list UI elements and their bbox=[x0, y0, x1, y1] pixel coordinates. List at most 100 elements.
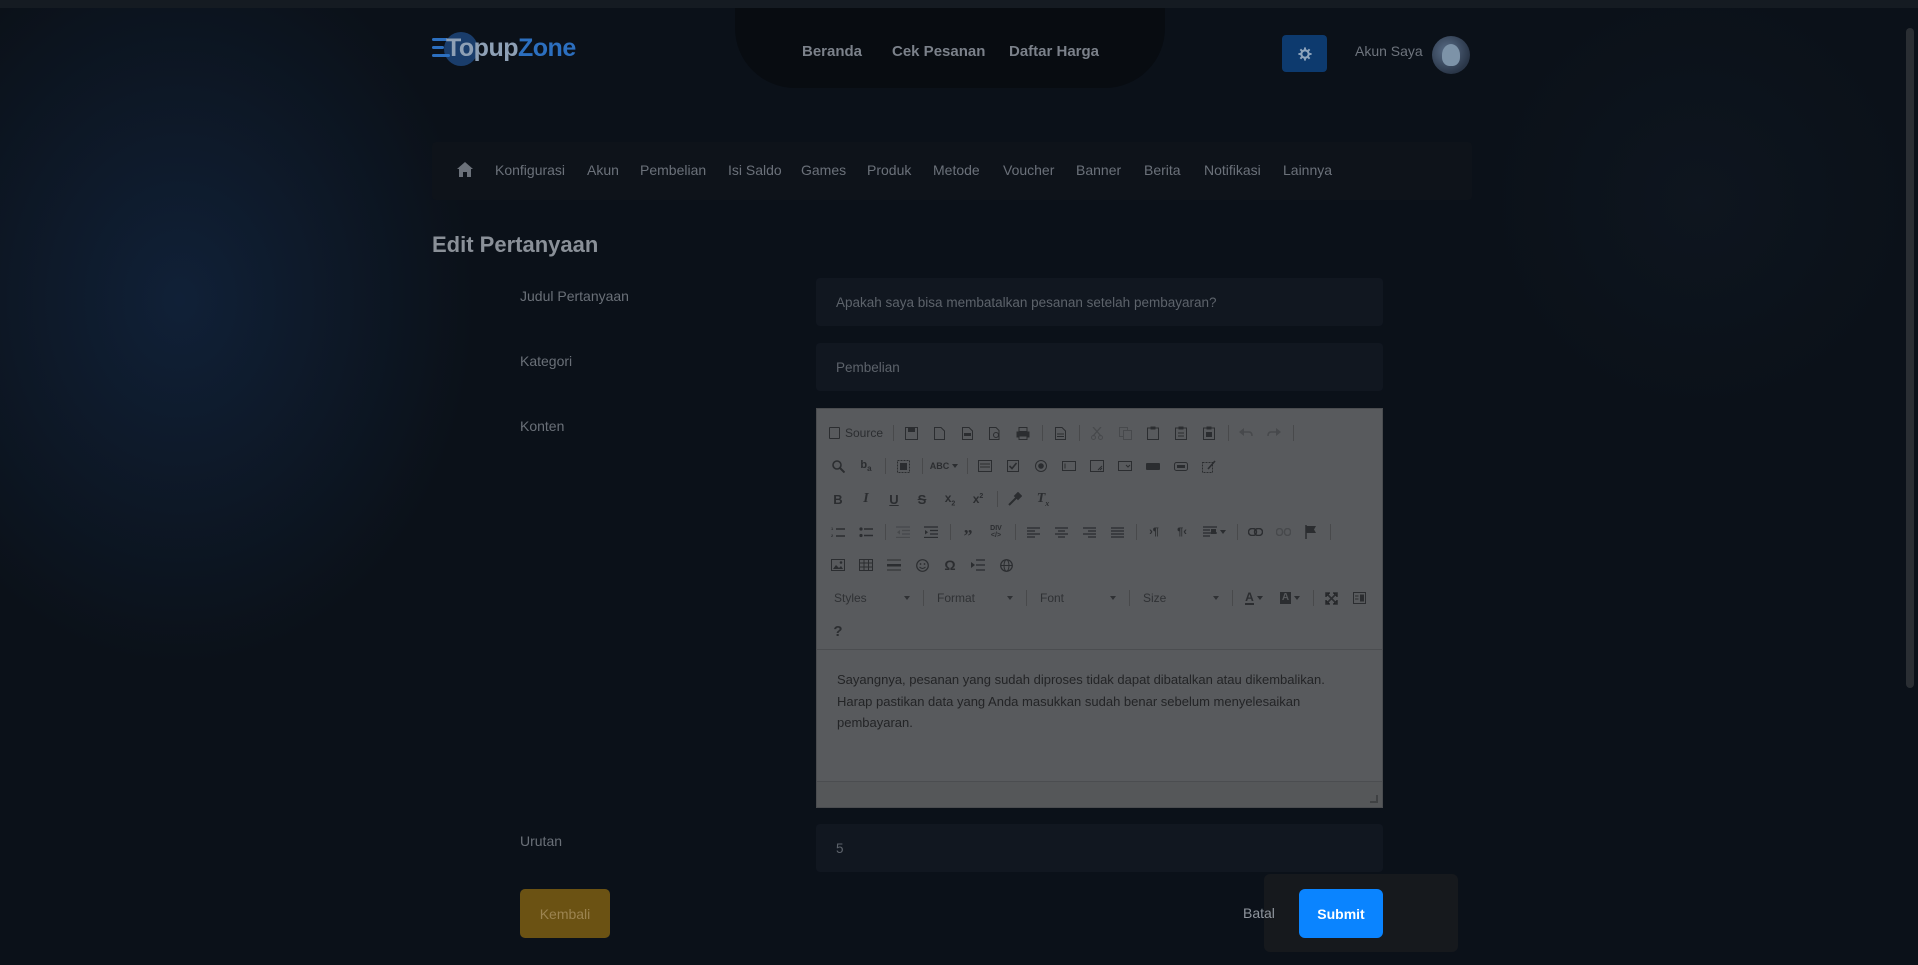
menu-item-pembelian[interactable]: Pembelian bbox=[640, 162, 706, 178]
cut-icon[interactable] bbox=[1088, 424, 1106, 442]
underline-icon[interactable]: U bbox=[885, 490, 903, 508]
save-icon[interactable] bbox=[902, 424, 920, 442]
button-icon[interactable] bbox=[1144, 457, 1162, 475]
justify-icon[interactable] bbox=[1108, 523, 1126, 541]
hidden-field-icon[interactable] bbox=[1200, 457, 1218, 475]
menu-item-akun[interactable]: Akun bbox=[587, 162, 619, 178]
menu-item-voucher[interactable]: Voucher bbox=[1003, 162, 1054, 178]
size-combo[interactable]: Size bbox=[1138, 588, 1224, 608]
bold-icon[interactable]: B bbox=[829, 490, 847, 508]
image-icon[interactable] bbox=[829, 556, 847, 574]
export-pdf-icon[interactable] bbox=[958, 424, 976, 442]
show-blocks-icon[interactable] bbox=[1350, 589, 1368, 607]
menu-item-produk[interactable]: Produk bbox=[867, 162, 911, 178]
home-icon[interactable] bbox=[457, 162, 473, 177]
page-scrollbar[interactable] bbox=[1906, 28, 1914, 688]
svg-text:1: 1 bbox=[831, 526, 834, 531]
source-button[interactable]: Source bbox=[829, 426, 883, 440]
indent-icon[interactable] bbox=[922, 523, 940, 541]
nav-link-beranda[interactable]: Beranda bbox=[802, 43, 862, 60]
text-direction-ltr-icon[interactable]: ›¶ bbox=[1145, 523, 1163, 541]
nav-link-daftar-harga[interactable]: Daftar Harga bbox=[1009, 43, 1099, 60]
account-label[interactable]: Akun Saya bbox=[1355, 43, 1423, 59]
numbered-list-icon[interactable]: 12 bbox=[829, 523, 847, 541]
preview-icon[interactable] bbox=[986, 424, 1004, 442]
replace-icon[interactable]: ba bbox=[857, 457, 875, 475]
menu-item-lainnya[interactable]: Lainnya bbox=[1283, 162, 1332, 178]
cancel-link[interactable]: Batal bbox=[1243, 905, 1275, 921]
menu-item-isi-saldo[interactable]: Isi Saldo bbox=[728, 162, 782, 178]
menu-item-metode[interactable]: Metode bbox=[933, 162, 980, 178]
menu-item-notifikasi[interactable]: Notifikasi bbox=[1204, 162, 1261, 178]
paste-word-icon[interactable] bbox=[1200, 424, 1218, 442]
form-icon[interactable] bbox=[976, 457, 994, 475]
nav-link-cek-pesanan[interactable]: Cek Pesanan bbox=[892, 43, 985, 60]
toolbar-row-5: Ω bbox=[829, 553, 1025, 577]
page-break-icon[interactable] bbox=[969, 556, 987, 574]
bulleted-list-icon[interactable] bbox=[857, 523, 875, 541]
settings-button[interactable] bbox=[1282, 35, 1327, 72]
background-color-icon[interactable]: A bbox=[1277, 589, 1303, 607]
content-line: Sayangnya, pesanan yang sudah diproses t… bbox=[837, 672, 1325, 687]
strikethrough-icon[interactable]: S bbox=[913, 490, 931, 508]
submit-button[interactable]: Submit bbox=[1299, 889, 1383, 938]
undo-icon[interactable] bbox=[1237, 424, 1255, 442]
paste-text-icon[interactable] bbox=[1172, 424, 1190, 442]
radio-icon[interactable] bbox=[1032, 457, 1050, 475]
resize-handle-icon[interactable] bbox=[1370, 795, 1378, 803]
language-icon[interactable] bbox=[1201, 523, 1227, 541]
image-button-icon[interactable] bbox=[1172, 457, 1190, 475]
header: TopupZone Beranda Cek Pesanan Daftar Har… bbox=[0, 8, 1918, 88]
avatar[interactable] bbox=[1432, 36, 1470, 74]
textarea-icon[interactable] bbox=[1088, 457, 1106, 475]
redo-icon[interactable] bbox=[1265, 424, 1283, 442]
outdent-icon[interactable] bbox=[894, 523, 912, 541]
templates-icon[interactable] bbox=[1051, 424, 1069, 442]
menu-item-banner[interactable]: Banner bbox=[1076, 162, 1121, 178]
help-icon[interactable]: ? bbox=[829, 622, 847, 640]
align-center-icon[interactable] bbox=[1052, 523, 1070, 541]
blockquote-icon[interactable]: ” bbox=[959, 523, 977, 545]
paste-icon[interactable] bbox=[1144, 424, 1162, 442]
menu-item-berita[interactable]: Berita bbox=[1144, 162, 1181, 178]
order-input[interactable]: 5 bbox=[816, 824, 1383, 872]
italic-icon[interactable]: I bbox=[857, 490, 875, 508]
spellcheck-icon[interactable]: ABC bbox=[930, 457, 959, 475]
menu-item-konfigurasi[interactable]: Konfigurasi bbox=[495, 162, 565, 178]
font-combo[interactable]: Font bbox=[1035, 588, 1121, 608]
styles-combo[interactable]: Styles bbox=[829, 588, 915, 608]
anchor-flag-icon[interactable] bbox=[1302, 523, 1320, 541]
print-icon[interactable] bbox=[1014, 424, 1032, 442]
smiley-icon[interactable] bbox=[913, 556, 931, 574]
horizontal-line-icon[interactable] bbox=[885, 556, 903, 574]
new-page-icon[interactable] bbox=[930, 424, 948, 442]
iframe-globe-icon[interactable] bbox=[997, 556, 1015, 574]
unlink-icon[interactable] bbox=[1274, 523, 1292, 541]
select-icon[interactable] bbox=[1116, 457, 1134, 475]
link-icon[interactable] bbox=[1246, 523, 1264, 541]
find-icon[interactable] bbox=[829, 457, 847, 475]
special-char-icon[interactable]: Ω bbox=[941, 556, 959, 574]
maximize-icon[interactable] bbox=[1322, 589, 1340, 607]
back-button[interactable]: Kembali bbox=[520, 889, 610, 938]
table-icon[interactable] bbox=[857, 556, 875, 574]
remove-format-icon[interactable]: Tx bbox=[1034, 490, 1052, 508]
editor-content-area[interactable]: Sayangnya, pesanan yang sudah diproses t… bbox=[837, 669, 1357, 734]
align-left-icon[interactable] bbox=[1024, 523, 1042, 541]
subscript-icon[interactable]: x2 bbox=[941, 490, 959, 508]
menu-item-games[interactable]: Games bbox=[801, 162, 846, 178]
format-combo[interactable]: Format bbox=[932, 588, 1018, 608]
copy-format-icon[interactable] bbox=[1006, 490, 1024, 508]
superscript-icon[interactable]: x2 bbox=[969, 490, 987, 508]
text-direction-rtl-icon[interactable]: ¶‹ bbox=[1173, 523, 1191, 541]
checkbox-icon[interactable] bbox=[1004, 457, 1022, 475]
source-icon bbox=[829, 427, 840, 439]
div-container-icon[interactable]: DIV </> bbox=[987, 523, 1005, 541]
copy-icon[interactable] bbox=[1116, 424, 1134, 442]
title-input[interactable]: Apakah saya bisa membatalkan pesanan set… bbox=[816, 278, 1383, 326]
category-select[interactable]: Pembelian bbox=[816, 343, 1383, 391]
text-color-icon[interactable]: A bbox=[1241, 589, 1267, 607]
align-right-icon[interactable] bbox=[1080, 523, 1098, 541]
text-field-icon[interactable] bbox=[1060, 457, 1078, 475]
select-all-icon[interactable] bbox=[894, 457, 912, 475]
